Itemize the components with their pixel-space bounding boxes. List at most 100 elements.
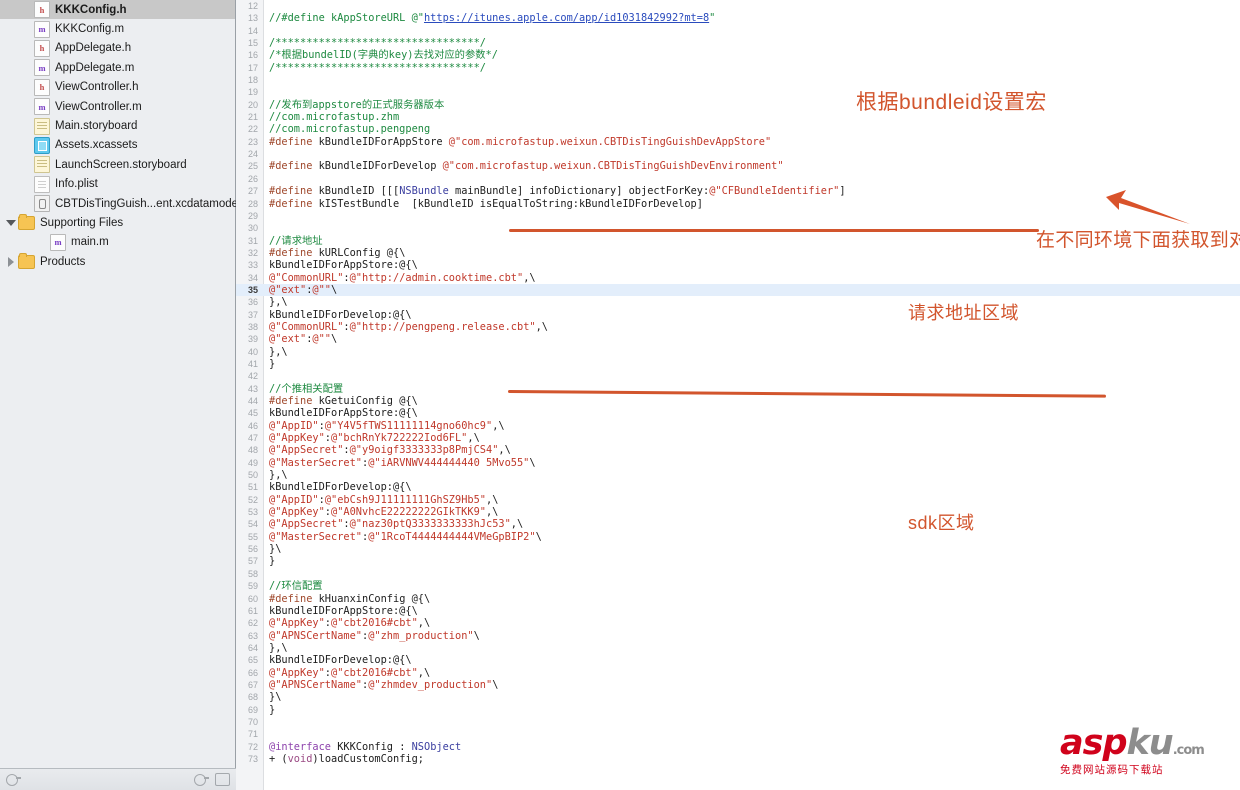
code-text: } — [269, 555, 276, 568]
source-control-filter-icon[interactable] — [215, 773, 230, 786]
line-number: 62 — [247, 618, 258, 629]
disclosure-triangle-icon[interactable] — [6, 218, 16, 228]
navigator-item-supporting-files[interactable]: Supporting Files — [0, 213, 235, 232]
code-line[interactable]: 17 /*********************************/ — [236, 62, 1240, 74]
navigator-item-cbtdistingguish-ent-xcdatamodeld[interactable]: CBTDisTingGuish...ent.xcdatamodeld — [0, 194, 247, 213]
code-line[interactable]: 12 — [236, 0, 1240, 12]
code-line[interactable]: 39 @"ext":@""\ — [236, 333, 1240, 345]
code-line[interactable]: 24 — [236, 148, 1240, 160]
code-line[interactable]: 59 //环信配置 — [236, 580, 1240, 592]
navigator-item-assets-xcassets[interactable]: Assets.xcassets — [0, 136, 235, 155]
code-line[interactable]: 19 — [236, 86, 1240, 98]
code-line[interactable]: 60 #define kHuanxinConfig @{\ — [236, 593, 1240, 605]
code-line[interactable]: 52 @"AppID":@"ebCsh9J11111111GhSZ9Hb5",\ — [236, 494, 1240, 506]
code-line[interactable]: 20 //发布到appstore的正式服务器版本 — [236, 99, 1240, 111]
code-line[interactable]: 27 #define kBundleID [[[NSBundle mainBund… — [236, 185, 1240, 197]
navigator-item-viewcontroller-m[interactable]: m ViewController.m — [0, 97, 235, 116]
navigator-item-launchscreen-storyboard[interactable]: LaunchScreen.storyboard — [0, 155, 235, 174]
code-line[interactable]: 16 /*根据bundelID(字典的key)去找对应的参数*/ — [236, 49, 1240, 61]
code-line[interactable]: 14 — [236, 25, 1240, 37]
code-line[interactable]: 15 /*********************************/ — [236, 37, 1240, 49]
file-icon-letter: m — [38, 24, 46, 35]
code-text: //com.microfastup.zhm — [269, 111, 400, 124]
code-text: //com.microfastup.pengpeng — [269, 123, 431, 136]
code-line[interactable]: 67 @"APNSCertName":@"zhmdev_production"\ — [236, 679, 1240, 691]
code-line[interactable]: 28 #define kISTestBundle [kBundleID isEqu… — [236, 198, 1240, 210]
navigator-item-appdelegate-h[interactable]: h AppDelegate.h — [0, 39, 235, 58]
code-line[interactable]: 66 @"AppKey":@"cbt2016#cbt",\ — [236, 667, 1240, 679]
code-line[interactable]: 53 @"AppKey":@"A0NvhcE22222222GIkTKK9",\ — [236, 506, 1240, 518]
code-line[interactable]: 54 @"AppSecret":@"naz30ptQ3333333333hJc53… — [236, 518, 1240, 530]
code-line[interactable]: 41} — [236, 358, 1240, 370]
navigator-item-kkkconfig-m[interactable]: m KKKConfig.m — [0, 19, 235, 38]
code-line[interactable]: 42 — [236, 370, 1240, 382]
line-number: 47 — [247, 433, 258, 444]
code-line[interactable]: 29 — [236, 210, 1240, 222]
code-line[interactable]: 63 @"APNSCertName":@"zhm_production"\ — [236, 630, 1240, 642]
code-line[interactable]: 38 @"CommonURL":@"http://pengpeng.release… — [236, 321, 1240, 333]
code-text: @"AppID":@"ebCsh9J11111111GhSZ9Hb5",\ — [269, 493, 499, 506]
code-line[interactable]: 62 @"AppKey":@"cbt2016#cbt",\ — [236, 617, 1240, 629]
code-line[interactable]: 22 //com.microfastup.pengpeng — [236, 123, 1240, 135]
code-line[interactable]: 58 — [236, 568, 1240, 580]
code-line[interactable]: 34 @"CommonURL":@"http://admin.cooktime.c… — [236, 272, 1240, 284]
project-navigator[interactable]: h KKKConfig.h m KKKConfig.m h AppDelegate.h m A… — [0, 0, 247, 790]
code-text: kBundleIDForDevelop:@{\ — [269, 481, 412, 494]
disclosure-triangle-icon[interactable] — [6, 256, 16, 267]
navigator-item-appdelegate-m[interactable]: m AppDelegate.m — [0, 58, 235, 77]
source-editor[interactable]: 12 13 //#define kAppStoreURL @"https://itu… — [236, 0, 1240, 790]
code-line[interactable]: 33 kBundleIDForAppStore:@{\ — [236, 259, 1240, 271]
code-line[interactable]: 32 #define kURLConfig @{\ — [236, 247, 1240, 259]
code-line[interactable]: 21 //com.microfastup.zhm — [236, 111, 1240, 123]
code-line[interactable]: 65 kBundleIDForDevelop:@{\ — [236, 654, 1240, 666]
code-line[interactable]: 69} — [236, 704, 1240, 716]
navigator-item-kkkconfig-h[interactable]: h KKKConfig.h — [0, 0, 235, 20]
navigator-item-products[interactable]: Products — [0, 252, 235, 271]
navigator-bottom-toolbar[interactable] — [0, 768, 236, 790]
code-text: /*根据bundelID(字典的key)去找对应的参数*/ — [269, 49, 498, 62]
file-icon-letter: h — [39, 82, 45, 93]
code-line[interactable]: 25 #define kBundleIDForDevelop @"com.micr… — [236, 160, 1240, 172]
code-line[interactable]: 26 — [236, 173, 1240, 185]
line-number: 15 — [247, 38, 258, 49]
code-line[interactable]: 13 //#define kAppStoreURL @"https://itune… — [236, 12, 1240, 24]
code-line[interactable]: 49 @"MasterSecret":@"iARVNWV444444440 5Mv… — [236, 457, 1240, 469]
code-line[interactable]: 55 @"MasterSecret":@"1RcoT4444444444VMeGp… — [236, 531, 1240, 543]
code-line[interactable]: 56}\ — [236, 543, 1240, 555]
code-text: kBundleIDForAppStore:@{\ — [269, 604, 418, 617]
code-line[interactable]: 40},\ — [236, 346, 1240, 358]
watermark-subtitle: 免费网站源码下载站 — [1060, 764, 1164, 776]
code-line[interactable]: 18 — [236, 74, 1240, 86]
code-line[interactable]: 68}\ — [236, 691, 1240, 703]
navigator-item-label: Info.plist — [55, 178, 98, 191]
code-line[interactable]: 31 //请求地址 — [236, 235, 1240, 247]
code-text: }\ — [269, 543, 282, 556]
code-text: @"MasterSecret":@"iARVNWV444444440 5Mvo5… — [269, 456, 536, 469]
code-line[interactable]: 36},\ — [236, 296, 1240, 308]
code-line[interactable]: 46 @"AppID":@"Y4V5fTWS11111114gno60hc9",\ — [236, 420, 1240, 432]
code-line[interactable]: 48 @"AppSecret":@"y9oigf3333333p8PmjCS4",… — [236, 444, 1240, 456]
code-line[interactable]: 45 kBundleIDForAppStore:@{\ — [236, 407, 1240, 419]
navigator-item-main-m[interactable]: m main.m — [0, 233, 235, 252]
code-line[interactable]: 51 kBundleIDForDevelop:@{\ — [236, 481, 1240, 493]
line-number: 38 — [247, 321, 258, 332]
line-number: 58 — [247, 568, 258, 579]
navigator-item-info-plist[interactable]: Info.plist — [0, 175, 235, 194]
code-line[interactable]: 37 kBundleIDForDevelop:@{\ — [236, 309, 1240, 321]
add-filter-icon[interactable] — [6, 773, 22, 786]
code-line[interactable]: 64},\ — [236, 642, 1240, 654]
code-line[interactable]: 50},\ — [236, 469, 1240, 481]
code-line[interactable]: 35 @"ext":@""\ — [236, 283, 1240, 297]
recent-files-icon[interactable] — [194, 773, 210, 786]
navigator-item-main-storyboard[interactable]: Main.storyboard — [0, 116, 235, 135]
navigator-item-viewcontroller-h[interactable]: h ViewController.h — [0, 78, 235, 97]
code-line[interactable]: 61 kBundleIDForAppStore:@{\ — [236, 605, 1240, 617]
code-line[interactable]: 23 #define kBundleIDForAppStore @"com.mic… — [236, 136, 1240, 148]
project-navigator-list[interactable]: h KKKConfig.h m KKKConfig.m h AppDelegate.h m A… — [0, 0, 247, 271]
code-line[interactable]: 57} — [236, 555, 1240, 567]
code-line[interactable]: 47 @"AppKey":@"bchRnYk722222Iod6FL",\ — [236, 432, 1240, 444]
code-text: @interface KKKConfig : NSObject — [269, 740, 462, 753]
navigator-item-label: Main.storyboard — [55, 120, 138, 133]
